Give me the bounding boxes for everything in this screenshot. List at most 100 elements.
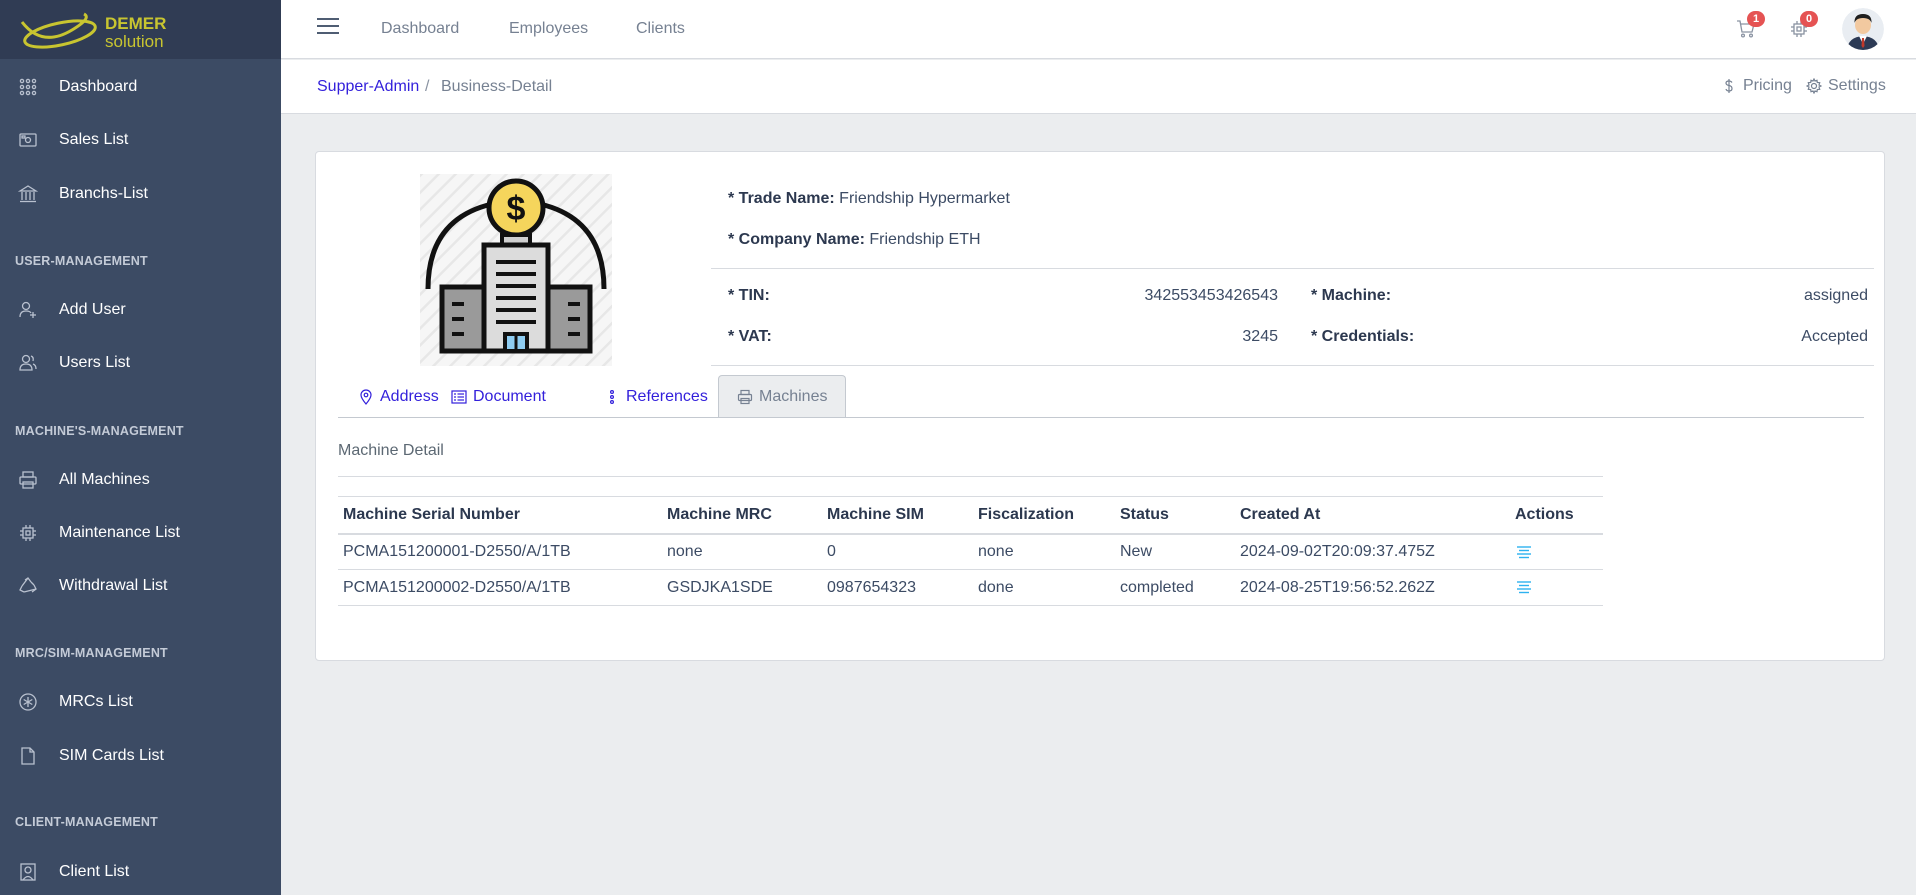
sidebar-item-sim-cards-list[interactable]: SIM Cards List — [0, 732, 281, 780]
recycle-icon — [18, 576, 38, 596]
sidebar-item-withdrawal-list[interactable]: Withdrawal List — [0, 562, 281, 610]
pricing-label: Pricing — [1743, 77, 1792, 94]
building-coin-icon: $ — [420, 174, 612, 366]
breadcrumb-separator: / — [425, 78, 430, 95]
logo-icon: DEMER solution — [20, 12, 166, 51]
cart-button[interactable]: 1 — [1736, 11, 1766, 41]
breadcrumb-root-link[interactable]: Supper-Admin — [317, 78, 419, 96]
sidebar-item-branchs-list[interactable]: Branchs-List — [0, 170, 281, 218]
nav-link-dashboard[interactable]: Dashboard — [381, 20, 459, 38]
sidebar-item-sales-list[interactable]: Sales List — [0, 116, 281, 164]
sidebar-item-mrcs-list[interactable]: MRCs List — [0, 678, 281, 726]
svg-text:solution: solution — [105, 32, 164, 51]
column-header[interactable]: Status — [1115, 496, 1235, 535]
table-row: PCMA151200001-D2550/A/1TB none 0 none Ne… — [338, 533, 1603, 570]
section-title-user-management: USER-MANAGEMENT — [15, 254, 148, 268]
users-icon — [18, 353, 38, 373]
nav-link-employees[interactable]: Employees — [509, 20, 588, 38]
tab-label: Machines — [759, 388, 828, 405]
sidebar-item-label: All Machines — [59, 471, 150, 488]
tab-label: Document — [473, 388, 546, 405]
svg-text:DEMER: DEMER — [105, 14, 166, 33]
chip-icon — [18, 523, 38, 543]
serial-number-cell: PCMA151200001-D2550/A/1TB — [338, 533, 662, 570]
sidebar-item-add-user[interactable]: Add User — [0, 286, 281, 334]
tab-machines[interactable]: Machines — [718, 375, 847, 418]
breadcrumb-bar: Supper-Admin / Business-Detail Pricing S… — [281, 60, 1916, 114]
settings-label: Settings — [1828, 77, 1886, 94]
status-cell: completed — [1115, 569, 1235, 606]
sidebar-item-label: Add User — [59, 301, 126, 318]
options-vertical-icon — [609, 390, 614, 405]
sidebar-item-maintenance-list[interactable]: Maintenance List — [0, 509, 281, 557]
pricing-link[interactable]: Pricing — [1721, 77, 1792, 95]
actions-cell — [1510, 533, 1603, 570]
section-title-machines-management: MACHINE'S-MANAGEMENT — [15, 424, 184, 438]
company-name-field: * Company Name: Friendship ETH — [728, 231, 981, 249]
dollar-icon — [1725, 79, 1733, 93]
business-detail-card: $ * Trade Name: Friendship Hypermarket *… — [315, 151, 1885, 661]
tab-label: Address — [380, 388, 439, 405]
created-at-cell: 2024-09-02T20:09:37.475Z — [1235, 533, 1510, 570]
machine-value: assigned — [1803, 287, 1868, 304]
serial-number-cell: PCMA151200002-D2550/A/1TB — [338, 569, 662, 606]
nav-link-clients[interactable]: Clients — [636, 20, 685, 38]
credentials-value: Accepted — [1801, 328, 1868, 345]
avatar-icon — [1842, 8, 1884, 50]
gear-icon — [1806, 78, 1822, 94]
sidebar-item-label: Maintenance List — [59, 524, 180, 541]
sidebar-item-client-list[interactable]: Client List — [0, 848, 281, 895]
sidebar-item-all-machines[interactable]: All Machines — [0, 456, 281, 504]
vat-value: 3245 — [1242, 328, 1278, 345]
location-pin-icon — [360, 389, 372, 405]
sidebar-item-users-list[interactable]: Users List — [0, 339, 281, 387]
column-header[interactable]: Machine Serial Number — [338, 496, 662, 535]
column-header[interactable]: Actions — [1510, 496, 1603, 535]
sidebar-item-label: Withdrawal List — [59, 577, 168, 594]
details-icon[interactable] — [1515, 543, 1533, 561]
sidebar-item-dashboard[interactable]: Dashboard — [0, 63, 281, 111]
divider — [711, 268, 1874, 269]
tab-document[interactable]: Document — [433, 376, 564, 418]
column-header[interactable]: Created At — [1235, 496, 1510, 535]
brand-logo[interactable]: DEMER solution — [0, 0, 281, 59]
cart-badge: 1 — [1747, 11, 1766, 27]
credentials-label: * Credentials: — [1311, 328, 1415, 345]
printer-icon — [18, 470, 38, 490]
section-title-mrc-sim-management: MRC/SIM-MANAGEMENT — [15, 646, 168, 660]
column-header[interactable]: Machine SIM — [822, 496, 973, 535]
chip-notification-button[interactable]: 0 — [1789, 11, 1819, 41]
company-name-label: * Company Name: — [728, 231, 865, 248]
sidebar-item-label: SIM Cards List — [59, 747, 164, 764]
sidebar-item-label: Dashboard — [59, 78, 138, 95]
mrc-cell: GSDJKA1SDE — [662, 569, 822, 606]
printer-icon — [737, 389, 753, 405]
divider — [711, 365, 1874, 366]
machines-table: Machine Serial Number Machine MRC Machin… — [338, 496, 1603, 606]
column-header[interactable]: Machine MRC — [662, 496, 822, 535]
tin-value: 342553453426543 — [1144, 287, 1278, 304]
sim-cell: 0987654323 — [822, 569, 973, 606]
fiscalization-cell: done — [973, 569, 1115, 606]
top-header: Dashboard Employees Clients 1 0 — [281, 0, 1916, 59]
grid-dots-icon — [18, 77, 38, 97]
fiscalization-cell: none — [973, 533, 1115, 570]
created-at-cell: 2024-08-25T19:56:52.262Z — [1235, 569, 1510, 606]
sidebar-item-label: Client List — [59, 863, 130, 880]
portrait-icon — [18, 862, 38, 882]
hamburger-menu-icon[interactable] — [317, 18, 339, 38]
breadcrumb-current: Business-Detail — [441, 78, 553, 95]
details-icon[interactable] — [1515, 578, 1533, 596]
tab-references[interactable]: References — [586, 376, 726, 418]
column-header[interactable]: Fiscalization — [973, 496, 1115, 535]
document-list-icon — [451, 390, 467, 404]
settings-link[interactable]: Settings — [1806, 77, 1886, 95]
trade-name-value: Friendship Hypermarket — [839, 190, 1010, 207]
actions-cell — [1510, 569, 1603, 606]
divider — [338, 476, 1603, 477]
user-avatar[interactable] — [1842, 8, 1884, 50]
sidebar: DEMER solution Dashboard Sales List Bran… — [0, 0, 281, 895]
mrc-cell: none — [662, 533, 822, 570]
file-icon — [18, 746, 38, 766]
trade-name-label: * Trade Name: — [728, 190, 835, 207]
